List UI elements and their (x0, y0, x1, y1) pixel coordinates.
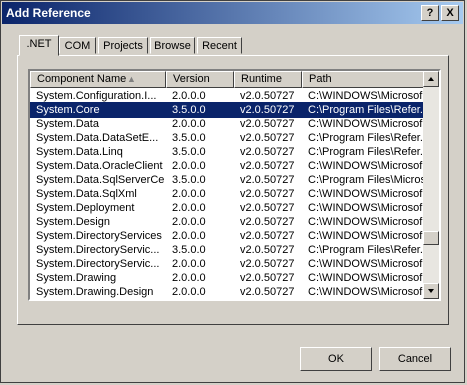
scroll-up-button[interactable] (423, 71, 439, 87)
tab-dotnet[interactable]: .NET (19, 35, 59, 56)
tab-browse[interactable]: Browse (150, 37, 195, 54)
tab-projects[interactable]: Projects (98, 37, 148, 54)
cell-version: 2.0.0.0 (172, 298, 236, 299)
column-header-version[interactable]: Version (166, 71, 234, 88)
vertical-scrollbar[interactable] (423, 71, 439, 299)
column-header-runtime[interactable]: Runtime (234, 71, 302, 88)
column-header-component-name[interactable]: Component Name ▲ (30, 71, 166, 88)
scroll-down-button[interactable] (423, 283, 439, 299)
sort-ascending-icon: ▲ (127, 74, 136, 84)
close-button[interactable]: X (441, 5, 459, 21)
scroll-thumb[interactable] (423, 231, 439, 245)
ok-button[interactable]: OK (300, 347, 372, 371)
cell-runtime: v2.0.50727 (240, 298, 304, 299)
column-header-label: Component Name (37, 73, 127, 85)
column-header-path[interactable]: Path (302, 71, 424, 88)
table-row[interactable]: System.EnterpriseServices 2.0.0.0 v2.0.507… (30, 298, 424, 299)
arrow-down-icon (428, 289, 434, 293)
dialog-title: Add Reference (6, 6, 91, 20)
cell-path: C:\WINDOWS\Microsof... (308, 298, 424, 299)
tab-com[interactable]: COM (59, 37, 96, 54)
cell-name: System.EnterpriseServices (36, 298, 164, 299)
title-bar: Add Reference ? X (2, 2, 463, 24)
add-reference-dialog: Add Reference ? X .NET COM Projects Brow… (0, 0, 465, 383)
component-list[interactable]: Component Name ▲ Version Runtime Path Sy… (28, 69, 441, 301)
arrow-up-icon (428, 77, 434, 81)
help-button[interactable]: ? (421, 5, 439, 21)
cancel-button[interactable]: Cancel (379, 347, 451, 371)
tab-recent[interactable]: Recent (197, 37, 242, 54)
